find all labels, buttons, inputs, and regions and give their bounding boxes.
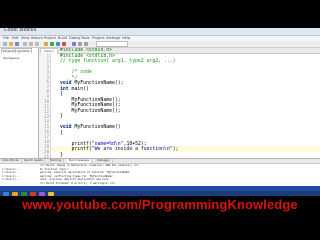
code-token: int [60,86,69,92]
save-icon[interactable] [15,42,19,46]
code-token: <stdlib.h> [86,53,115,59]
code-token: <stdio.h> [86,48,112,53]
code-token: "name=%d\n" [91,141,124,147]
menu-edit[interactable]: Edit [12,36,19,40]
copy-icon[interactable] [29,42,33,46]
menu-view[interactable]: View [21,36,29,40]
code-line-13: } [60,114,63,119]
step-into-icon[interactable] [84,42,88,46]
log-message: === Build finished: 0 error(s), 3 warnin… [40,181,115,185]
menu-project[interactable]: Project [44,36,56,40]
menu-settings[interactable]: Settings [106,36,120,40]
menu-search[interactable]: Search [31,36,43,40]
title-bar: Code::Blocks [0,27,320,36]
menu-plugins[interactable]: Plugins [92,36,105,40]
code-editor[interactable]: main.c 1 2 3 4 5 6 7 8 9 10 11 12 13 14 … [39,48,320,158]
paste-icon[interactable] [35,42,39,46]
window-title: Code::Blocks [4,27,37,33]
code-line-18: printf("We are inside a function\n"); [60,147,179,153]
build-run-icon[interactable] [56,42,60,46]
explorer-icon[interactable] [12,191,18,196]
code-line-8: int main() [60,87,89,93]
step-icon[interactable] [78,42,82,46]
logs-panel: Code::Blocks Search results Build log Bu… [0,158,320,187]
code-token: void [60,81,72,86]
menu-tools[interactable]: Tools [81,36,90,40]
tab-symbols[interactable]: Symbols [15,48,32,53]
code-line-3: // type function( arg1, type2 arg2, ...) [60,59,176,64]
code-token: main() [68,86,89,92]
tab-debugger[interactable]: Debugger [95,159,113,163]
app-icon[interactable] [30,191,36,196]
log-line: === Build finished: 0 error(s), 3 warnin… [2,182,115,185]
management-panel: Projects Symbols Workspace [0,48,39,158]
code-token: #include [60,48,86,53]
code-token: "We are inside a function\n" [91,147,173,152]
open-folder-icon[interactable] [9,42,13,46]
code-line-15: void MyFunctionName() [60,125,121,131]
run-icon[interactable] [50,42,54,46]
code-token: MyFunctionName() [71,125,121,130]
new-file-icon[interactable] [3,42,7,46]
code-line-12: MyFunctionName(); [60,108,121,114]
code-line-16: { [60,130,63,136]
code-token: MyFunctionName(); [71,81,124,86]
app-icon[interactable] [39,191,45,196]
code-token: ,10+52); [123,141,147,147]
tab-build-log[interactable]: Build log [48,159,65,163]
toolbar [0,41,320,48]
code-token: void [60,125,72,130]
tab-build-messages[interactable]: Build messages [67,159,93,163]
menu-help[interactable]: Help [122,36,130,40]
code-token: printf( [60,147,92,152]
watermark-banner: www.youtube.com/ProgrammingKnowledge [0,196,320,212]
debug-icon[interactable] [72,42,76,46]
workspace-item[interactable]: Workspace [3,56,19,60]
menu-debug[interactable]: Debug [69,36,81,40]
build-icon[interactable] [44,42,48,46]
tab-codeblocks-log[interactable]: Code::Blocks [0,159,22,163]
stop-icon[interactable] [62,42,66,46]
code-token: ); [172,147,179,152]
build-target-select[interactable] [96,41,128,47]
banner-url: www.youtube.com/ProgrammingKnowledge [22,196,298,212]
cut-icon[interactable] [23,42,27,46]
menu-build[interactable]: Build [58,36,67,40]
tab-search-results[interactable]: Search results [22,159,46,163]
start-icon[interactable] [3,191,9,196]
codeblocks-taskbar-icon[interactable] [48,191,54,196]
code-token: printf( [60,141,92,147]
line-number-gutter: 1 2 3 4 5 6 7 8 9 10 11 12 13 14 15 16 1… [39,53,51,158]
code-token: #include [60,53,86,59]
app-icon[interactable] [21,191,27,196]
menu-file[interactable]: File [3,36,9,40]
